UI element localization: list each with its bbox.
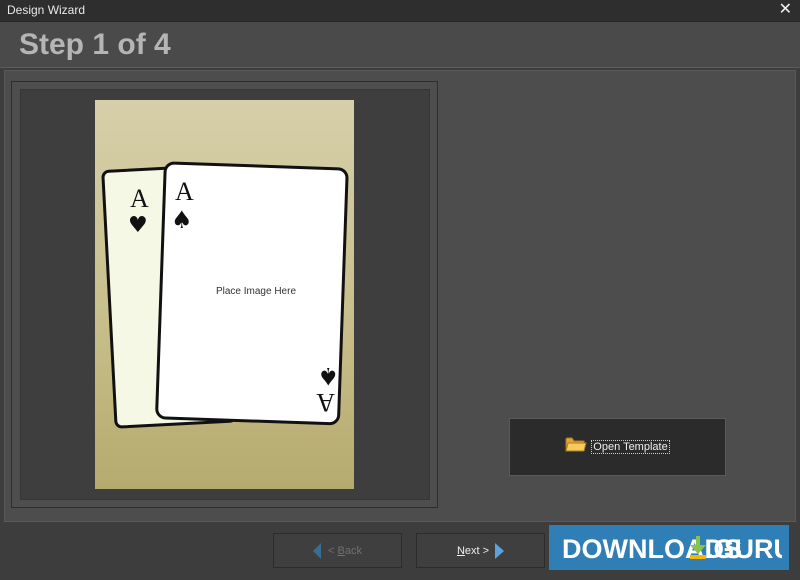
window-title: Design Wizard (7, 3, 86, 17)
spade-icon-inverted: ♠ (317, 362, 339, 390)
spade-icon: ♠ (171, 206, 193, 234)
back-card-rank: A (130, 184, 149, 213)
back-button[interactable]: < Back (273, 533, 402, 568)
wizard-header: Step 1 of 4 (0, 22, 800, 68)
image-placeholder-text: Place Image Here (215, 286, 297, 297)
open-template-button[interactable]: Open Template (509, 418, 726, 476)
step-indicator: Step 1 of 4 (19, 28, 171, 61)
title-bar: Design Wizard ✕ (0, 0, 800, 22)
next-label: Next > (456, 544, 490, 557)
open-template-label: Open Template (591, 440, 670, 454)
arrow-left-icon (313, 542, 322, 559)
downloads-guru-watermark: DOWNLOADS .GURU (549, 525, 789, 570)
folder-icon (565, 436, 587, 458)
arrow-right-icon (495, 542, 505, 559)
back-card-heart-icon: ♥ (128, 213, 148, 238)
front-card-rank-inverted: A (316, 388, 335, 417)
watermark-text-right: .GURU (706, 534, 782, 564)
next-button[interactable]: Next > (416, 533, 545, 568)
front-card-rank: A (175, 177, 194, 206)
close-icon[interactable]: ✕ (779, 1, 792, 19)
back-label: < Back (328, 544, 362, 557)
